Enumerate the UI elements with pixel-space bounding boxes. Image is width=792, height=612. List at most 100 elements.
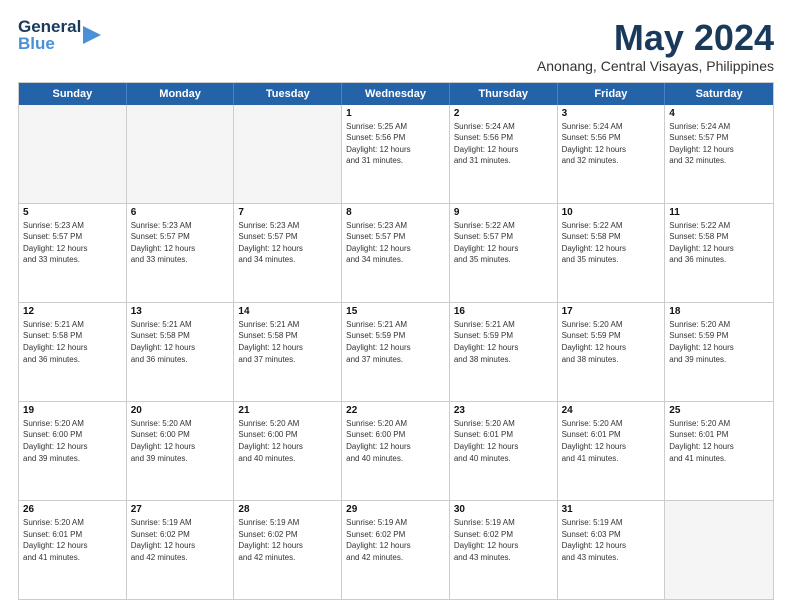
cell-info: Sunrise: 5:20 AM Sunset: 6:00 PM Dayligh… [238, 418, 337, 464]
day-number: 12 [23, 306, 122, 317]
day-number: 18 [669, 306, 769, 317]
calendar-cell-2: 2Sunrise: 5:24 AM Sunset: 5:56 PM Daylig… [450, 105, 558, 203]
day-number: 9 [454, 207, 553, 218]
cell-info: Sunrise: 5:20 AM Sunset: 6:00 PM Dayligh… [346, 418, 445, 464]
cell-info: Sunrise: 5:20 AM Sunset: 6:01 PM Dayligh… [23, 517, 122, 563]
day-number: 7 [238, 207, 337, 218]
logo-blue: Blue [18, 35, 81, 52]
weekday-header-thursday: Thursday [450, 83, 558, 105]
calendar-cell-empty [234, 105, 342, 203]
calendar-cell-18: 18Sunrise: 5:20 AM Sunset: 5:59 PM Dayli… [665, 303, 773, 401]
calendar-cell-22: 22Sunrise: 5:20 AM Sunset: 6:00 PM Dayli… [342, 402, 450, 500]
location: Anonang, Central Visayas, Philippines [537, 58, 774, 74]
day-number: 3 [562, 108, 661, 119]
calendar-cell-12: 12 Sunrise: 5:21 AM Sunset: 5:58 PM Dayli… [19, 303, 127, 401]
calendar-cell-19: 19Sunrise: 5:20 AM Sunset: 6:00 PM Dayli… [19, 402, 127, 500]
day-number: 27 [131, 504, 230, 515]
day-number: 28 [238, 504, 337, 515]
cell-info: Sunrise: 5:19 AM Sunset: 6:02 PM Dayligh… [454, 517, 553, 563]
calendar-cell-23: 23 Sunrise: 5:20 AM Sunset: 6:01 PM Dayli… [450, 402, 558, 500]
calendar-cell-17: 17 Sunrise: 5:20 AM Sunset: 5:59 PM Dayli… [558, 303, 666, 401]
cell-info: Sunrise: 5:20 AM Sunset: 6:01 PM Dayligh… [669, 418, 769, 464]
cell-info: Sunrise: 5:22 AM Sunset: 5:58 PM Dayligh… [669, 220, 769, 266]
calendar-cell-31: 31Sunrise: 5:19 AM Sunset: 6:03 PM Dayli… [558, 501, 666, 599]
day-number: 13 [131, 306, 230, 317]
cell-info: Sunrise: 5:21 AM Sunset: 5:58 PM Dayligh… [238, 319, 337, 365]
cell-info: Sunrise: 5:19 AM Sunset: 6:02 PM Dayligh… [346, 517, 445, 563]
day-number: 29 [346, 504, 445, 515]
weekday-header-sunday: Sunday [19, 83, 127, 105]
cell-info: Sunrise: 5:23 AM Sunset: 5:57 PM Dayligh… [131, 220, 230, 266]
calendar-cell-8: 8 Sunrise: 5:23 AM Sunset: 5:57 PM Daylig… [342, 204, 450, 302]
calendar-cell-empty [19, 105, 127, 203]
logo-arrow-icon [83, 24, 101, 51]
cell-info: Sunrise: 5:21 AM Sunset: 5:58 PM Dayligh… [131, 319, 230, 365]
cell-info: Sunrise: 5:24 AM Sunset: 5:56 PM Dayligh… [562, 121, 661, 167]
cell-info: Sunrise: 5:25 AM Sunset: 5:56 PM Dayligh… [346, 121, 445, 167]
calendar-row-3: 12 Sunrise: 5:21 AM Sunset: 5:58 PM Dayli… [19, 303, 773, 402]
calendar-cell-5: 5 Sunrise: 5:23 AM Sunset: 5:57 PM Daylig… [19, 204, 127, 302]
day-number: 11 [669, 207, 769, 218]
cell-info: Sunrise: 5:23 AM Sunset: 5:57 PM Dayligh… [346, 220, 445, 266]
cell-info: Sunrise: 5:24 AM Sunset: 5:57 PM Dayligh… [669, 121, 769, 167]
weekday-header-wednesday: Wednesday [342, 83, 450, 105]
calendar-cell-10: 10 Sunrise: 5:22 AM Sunset: 5:58 PM Dayli… [558, 204, 666, 302]
cell-info: Sunrise: 5:21 AM Sunset: 5:58 PM Dayligh… [23, 319, 122, 365]
cell-info: Sunrise: 5:20 AM Sunset: 6:01 PM Dayligh… [562, 418, 661, 464]
cell-info: Sunrise: 5:20 AM Sunset: 6:01 PM Dayligh… [454, 418, 553, 464]
header: General Blue May 2024 Anonang, Central V… [18, 18, 774, 74]
weekday-header-friday: Friday [558, 83, 666, 105]
calendar-cell-6: 6Sunrise: 5:23 AM Sunset: 5:57 PM Daylig… [127, 204, 235, 302]
calendar-cell-15: 15 Sunrise: 5:21 AM Sunset: 5:59 PM Dayli… [342, 303, 450, 401]
cell-info: Sunrise: 5:21 AM Sunset: 5:59 PM Dayligh… [346, 319, 445, 365]
day-number: 15 [346, 306, 445, 317]
logo: General Blue [18, 18, 101, 52]
cell-info: Sunrise: 5:23 AM Sunset: 5:57 PM Dayligh… [23, 220, 122, 266]
calendar-cell-14: 14 Sunrise: 5:21 AM Sunset: 5:58 PM Dayli… [234, 303, 342, 401]
calendar-header: SundayMondayTuesdayWednesdayThursdayFrid… [19, 83, 773, 105]
title-block: May 2024 Anonang, Central Visayas, Phili… [537, 18, 774, 74]
weekday-header-monday: Monday [127, 83, 235, 105]
day-number: 16 [454, 306, 553, 317]
day-number: 4 [669, 108, 769, 119]
calendar-cell-20: 20Sunrise: 5:20 AM Sunset: 6:00 PM Dayli… [127, 402, 235, 500]
cell-info: Sunrise: 5:20 AM Sunset: 6:00 PM Dayligh… [131, 418, 230, 464]
weekday-header-saturday: Saturday [665, 83, 773, 105]
calendar-cell-7: 7 Sunrise: 5:23 AM Sunset: 5:57 PM Daylig… [234, 204, 342, 302]
cell-info: Sunrise: 5:19 AM Sunset: 6:02 PM Dayligh… [238, 517, 337, 563]
day-number: 21 [238, 405, 337, 416]
calendar-cell-28: 28 Sunrise: 5:19 AM Sunset: 6:02 PM Dayli… [234, 501, 342, 599]
calendar-cell-1: 1Sunrise: 5:25 AM Sunset: 5:56 PM Daylig… [342, 105, 450, 203]
cell-info: Sunrise: 5:20 AM Sunset: 5:59 PM Dayligh… [562, 319, 661, 365]
day-number: 31 [562, 504, 661, 515]
calendar-cell-9: 9Sunrise: 5:22 AM Sunset: 5:57 PM Daylig… [450, 204, 558, 302]
cell-info: Sunrise: 5:22 AM Sunset: 5:58 PM Dayligh… [562, 220, 661, 266]
calendar-row-1: 1Sunrise: 5:25 AM Sunset: 5:56 PM Daylig… [19, 105, 773, 204]
calendar-cell-24: 24Sunrise: 5:20 AM Sunset: 6:01 PM Dayli… [558, 402, 666, 500]
weekday-header-tuesday: Tuesday [234, 83, 342, 105]
calendar-cell-27: 27Sunrise: 5:19 AM Sunset: 6:02 PM Dayli… [127, 501, 235, 599]
day-number: 10 [562, 207, 661, 218]
calendar-cell-11: 11 Sunrise: 5:22 AM Sunset: 5:58 PM Dayli… [665, 204, 773, 302]
calendar-cell-30: 30Sunrise: 5:19 AM Sunset: 6:02 PM Dayli… [450, 501, 558, 599]
calendar-cell-4: 4 Sunrise: 5:24 AM Sunset: 5:57 PM Daylig… [665, 105, 773, 203]
logo-general: General [18, 18, 81, 35]
day-number: 8 [346, 207, 445, 218]
calendar-row-5: 26 Sunrise: 5:20 AM Sunset: 6:01 PM Dayli… [19, 501, 773, 599]
day-number: 25 [669, 405, 769, 416]
page: General Blue May 2024 Anonang, Central V… [0, 0, 792, 612]
day-number: 26 [23, 504, 122, 515]
cell-info: Sunrise: 5:21 AM Sunset: 5:59 PM Dayligh… [454, 319, 553, 365]
day-number: 23 [454, 405, 553, 416]
day-number: 17 [562, 306, 661, 317]
calendar: SundayMondayTuesdayWednesdayThursdayFrid… [18, 82, 774, 600]
cell-info: Sunrise: 5:23 AM Sunset: 5:57 PM Dayligh… [238, 220, 337, 266]
day-number: 5 [23, 207, 122, 218]
calendar-row-4: 19Sunrise: 5:20 AM Sunset: 6:00 PM Dayli… [19, 402, 773, 501]
calendar-cell-29: 29 Sunrise: 5:19 AM Sunset: 6:02 PM Dayli… [342, 501, 450, 599]
day-number: 2 [454, 108, 553, 119]
cell-info: Sunrise: 5:20 AM Sunset: 6:00 PM Dayligh… [23, 418, 122, 464]
calendar-cell-26: 26 Sunrise: 5:20 AM Sunset: 6:01 PM Dayli… [19, 501, 127, 599]
day-number: 14 [238, 306, 337, 317]
month-title: May 2024 [537, 18, 774, 58]
